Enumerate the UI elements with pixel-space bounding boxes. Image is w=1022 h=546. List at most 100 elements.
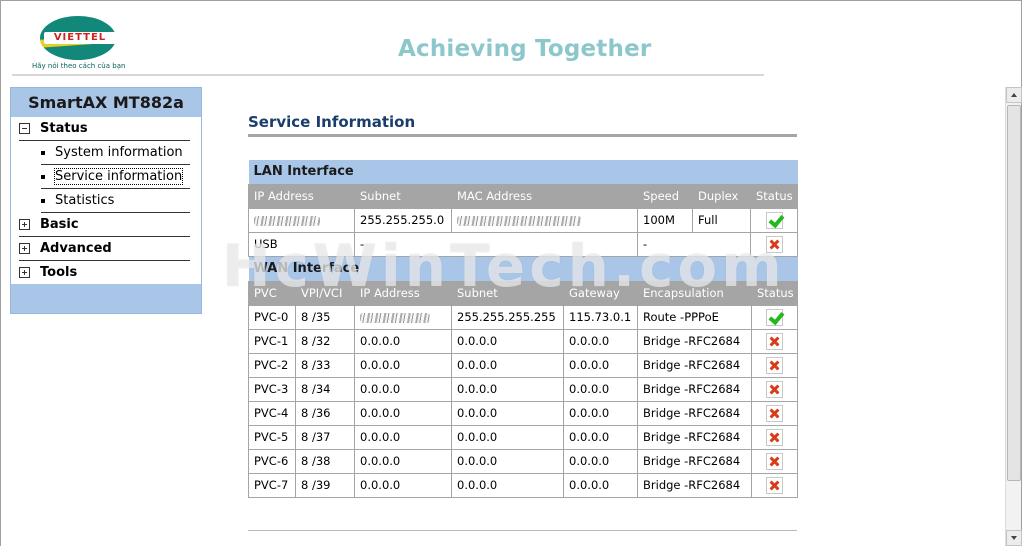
lan-interface-table: LAN Interface IP Address Subnet MAC Addr… <box>248 160 798 257</box>
status-cell <box>750 207 798 233</box>
gateway-cell: 0.0.0.0 <box>563 424 638 450</box>
sidebar-group-advanced[interactable]: Advanced <box>19 237 190 261</box>
status-cell <box>751 424 798 450</box>
subnet-cell: 0.0.0.0 <box>451 424 564 450</box>
sidebar-group-basic[interactable]: Basic <box>19 213 190 237</box>
redacted-value <box>254 215 320 226</box>
table-row: PVC-1 8 /32 0.0.0.0 0.0.0.0 0.0.0.0 Bridge -R… <box>248 328 798 354</box>
pvc-cell: PVC-4 <box>248 400 296 426</box>
column-header: Subnet <box>354 183 452 209</box>
encapsulation-cell: Route -PPPoE <box>637 304 752 330</box>
column-header: VPI/VCI <box>295 280 355 306</box>
column-header: Duplex <box>692 183 751 209</box>
cross-icon <box>766 428 783 446</box>
sidebar-group-label: Advanced <box>40 241 112 256</box>
scroll-up-icon[interactable] <box>1006 87 1022 103</box>
vpi-vci-cell: 8 /36 <box>295 400 355 426</box>
pvc-cell: PVC-1 <box>248 328 296 354</box>
sidebar-item-statistics[interactable]: Statistics <box>41 189 190 213</box>
vpi-vci-cell: 8 /35 <box>295 304 355 330</box>
encapsulation-cell: Bridge -RFC2684 <box>637 424 752 450</box>
cross-icon <box>766 476 783 494</box>
table-row: PVC-5 8 /37 0.0.0.0 0.0.0.0 0.0.0.0 Bridge -R… <box>248 424 798 450</box>
bullet-icon <box>41 198 45 203</box>
column-header: Status <box>751 280 798 306</box>
collapse-icon[interactable] <box>19 123 30 134</box>
encapsulation-cell: Bridge -RFC2684 <box>637 376 752 402</box>
gateway-cell: 0.0.0.0 <box>563 352 638 378</box>
ip-address-cell: 0.0.0.0 <box>354 352 452 378</box>
vpi-vci-cell: 8 /34 <box>295 376 355 402</box>
column-header: Encapsulation <box>637 280 752 306</box>
status-cell <box>751 304 798 330</box>
column-header: IP Address <box>248 183 355 209</box>
vpi-vci-cell: 8 /32 <box>295 328 355 354</box>
gateway-cell: 0.0.0.0 <box>563 328 638 354</box>
ip-address-cell: 0.0.0.0 <box>354 328 452 354</box>
viettel-logo: VIETTEL Hãy nói theo cách của bạn <box>30 14 134 76</box>
sidebar-footer <box>11 284 201 313</box>
ip-address-cell: 0.0.0.0 <box>354 472 452 498</box>
redacted-value <box>360 312 430 323</box>
status-cell <box>751 376 798 402</box>
wan-section-header: WAN Interface <box>248 257 798 281</box>
sidebar-group-tools[interactable]: Tools <box>19 261 190 285</box>
column-header: IP Address <box>354 280 452 306</box>
ip-address-cell <box>354 304 452 330</box>
expand-icon[interactable] <box>19 219 30 230</box>
redacted-value <box>457 215 581 226</box>
gateway-cell: 0.0.0.0 <box>563 448 638 474</box>
header-slogan: Achieving Together <box>398 36 652 62</box>
pvc-cell: PVC-7 <box>248 472 296 498</box>
ip-address-cell <box>248 207 355 233</box>
ip-address-cell: 0.0.0.0 <box>354 448 452 474</box>
pvc-cell: PVC-6 <box>248 448 296 474</box>
sidebar-item-service-information[interactable]: Service information <box>41 165 190 189</box>
column-header: PVC <box>248 280 296 306</box>
scroll-thumb[interactable] <box>1007 105 1021 481</box>
ip-address-cell: 0.0.0.0 <box>354 400 452 426</box>
interface-name-cell: USB <box>248 231 355 257</box>
expand-icon[interactable] <box>19 243 30 254</box>
pvc-cell: PVC-5 <box>248 424 296 450</box>
title-divider <box>248 134 797 137</box>
logo-wordmark: VIETTEL <box>44 32 116 44</box>
subnet-cell: 0.0.0.0 <box>451 352 564 378</box>
sidebar-item-label: System information <box>55 145 183 160</box>
vpi-vci-cell: 8 /37 <box>295 424 355 450</box>
cross-icon <box>766 380 783 398</box>
subnet-cell: 0.0.0.0 <box>451 448 564 474</box>
column-header: Gateway <box>563 280 638 306</box>
ip-address-cell: 0.0.0.0 <box>354 424 452 450</box>
sidebar-item-system-information[interactable]: System information <box>41 141 190 165</box>
status-cell <box>751 448 798 474</box>
cross-icon <box>766 404 783 422</box>
mac-address-cell <box>451 207 638 233</box>
column-header: MAC Address <box>451 183 638 209</box>
column-header: Subnet <box>451 280 564 306</box>
bullet-icon <box>41 150 45 155</box>
encapsulation-cell: Bridge -RFC2684 <box>637 400 752 426</box>
gateway-cell: 0.0.0.0 <box>563 472 638 498</box>
header-divider <box>12 74 764 76</box>
table-row: PVC-7 8 /39 0.0.0.0 0.0.0.0 0.0.0.0 Bridge -R… <box>248 472 798 498</box>
pvc-cell: PVC-2 <box>248 352 296 378</box>
subnet-cell: 255.255.255.0 <box>354 207 452 233</box>
wan-column-headers: PVC VPI/VCI IP Address Subnet Gateway En… <box>248 280 798 306</box>
encapsulation-cell: Bridge -RFC2684 <box>637 472 752 498</box>
duplex-cell: Full <box>692 207 751 233</box>
vpi-vci-cell: 8 /38 <box>295 448 355 474</box>
expand-icon[interactable] <box>19 267 30 278</box>
gateway-cell: 0.0.0.0 <box>563 376 638 402</box>
section-title: WAN Interface <box>248 257 798 281</box>
encapsulation-cell: Bridge -RFC2684 <box>637 328 752 354</box>
status-cell <box>751 352 798 378</box>
scroll-down-icon[interactable] <box>1006 530 1022 546</box>
status-cell <box>751 472 798 498</box>
lan-section-header: LAN Interface <box>248 160 798 184</box>
check-icon <box>765 211 783 229</box>
sidebar-item-label: Service information <box>53 168 184 185</box>
vertical-scrollbar[interactable] <box>1005 87 1022 546</box>
sidebar-menu: SmartAX MT882a Status System information… <box>10 87 202 314</box>
sidebar-group-status[interactable]: Status <box>19 117 190 141</box>
